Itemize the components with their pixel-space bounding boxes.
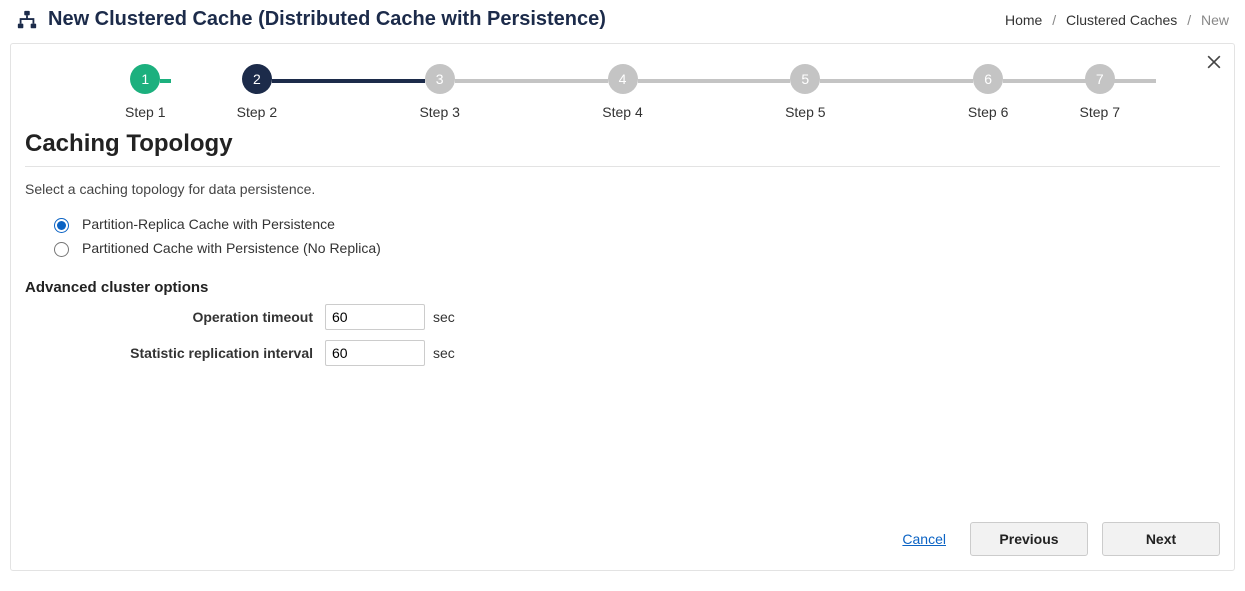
radio-partition-replica[interactable] bbox=[54, 218, 69, 233]
step-circle: 1 bbox=[130, 64, 160, 94]
step-6[interactable]: 6 Step 6 bbox=[897, 64, 1080, 120]
step-circle: 5 bbox=[790, 64, 820, 94]
step-connector bbox=[272, 79, 425, 83]
cancel-button[interactable]: Cancel bbox=[892, 525, 956, 553]
divider bbox=[25, 166, 1220, 167]
step-label: Step 7 bbox=[1080, 104, 1120, 120]
breadcrumb: Home / Clustered Caches / New bbox=[1005, 12, 1229, 28]
step-label: Step 1 bbox=[125, 104, 165, 120]
step-circle: 3 bbox=[425, 64, 455, 94]
step-connector bbox=[638, 79, 791, 83]
replication-interval-input[interactable] bbox=[325, 340, 425, 366]
step-2[interactable]: 2 Step 2 bbox=[165, 64, 348, 120]
step-connector bbox=[1003, 79, 1156, 83]
page-title: New Clustered Cache (Distributed Cache w… bbox=[48, 8, 606, 31]
radio-partitioned[interactable] bbox=[54, 242, 69, 257]
step-1[interactable]: 1 Step 1 bbox=[125, 64, 165, 120]
replication-interval-unit: sec bbox=[433, 345, 455, 361]
wizard-footer: Cancel Previous Next bbox=[25, 516, 1220, 556]
section-title: Caching Topology bbox=[25, 130, 1220, 158]
breadcrumb-sep: / bbox=[1187, 12, 1191, 28]
breadcrumb-sep: / bbox=[1052, 12, 1056, 28]
step-3[interactable]: 3 Step 3 bbox=[348, 64, 531, 120]
step-5[interactable]: 5 Step 5 bbox=[714, 64, 897, 120]
radio-label[interactable]: Partitioned Cache with Persistence (No R… bbox=[82, 240, 381, 256]
radio-label[interactable]: Partition-Replica Cache with Persistence bbox=[82, 216, 335, 232]
step-circle: 2 bbox=[242, 64, 272, 94]
step-circle: 4 bbox=[608, 64, 638, 94]
step-label: Step 2 bbox=[237, 104, 277, 120]
operation-timeout-unit: sec bbox=[433, 309, 455, 325]
step-label: Step 6 bbox=[968, 104, 1008, 120]
replication-interval-label: Statistic replication interval bbox=[25, 345, 325, 361]
page-header: New Clustered Cache (Distributed Cache w… bbox=[0, 0, 1245, 43]
operation-timeout-input[interactable] bbox=[325, 304, 425, 330]
step-connector bbox=[160, 79, 170, 83]
step-circle: 6 bbox=[973, 64, 1003, 94]
previous-button[interactable]: Previous bbox=[970, 522, 1088, 556]
wizard-panel: 1 Step 1 2 Step 2 3 Step 3 4 Step 4 5 St… bbox=[10, 43, 1235, 571]
advanced-options-title: Advanced cluster options bbox=[25, 279, 1220, 296]
step-label: Step 4 bbox=[602, 104, 642, 120]
header-left: New Clustered Cache (Distributed Cache w… bbox=[16, 8, 606, 31]
topology-option-partitioned[interactable]: Partitioned Cache with Persistence (No R… bbox=[49, 239, 1220, 257]
breadcrumb-home[interactable]: Home bbox=[1005, 12, 1042, 28]
next-button[interactable]: Next bbox=[1102, 522, 1220, 556]
operation-timeout-row: Operation timeout sec bbox=[25, 304, 1220, 330]
step-label: Step 3 bbox=[419, 104, 459, 120]
breadcrumb-caches[interactable]: Clustered Caches bbox=[1066, 12, 1177, 28]
step-label: Step 5 bbox=[785, 104, 825, 120]
topology-radio-group: Partition-Replica Cache with Persistence… bbox=[49, 215, 1220, 257]
step-4[interactable]: 4 Step 4 bbox=[531, 64, 714, 120]
replication-interval-row: Statistic replication interval sec bbox=[25, 340, 1220, 366]
section-subtitle: Select a caching topology for data persi… bbox=[25, 181, 1220, 197]
stepper: 1 Step 1 2 Step 2 3 Step 3 4 Step 4 5 St… bbox=[25, 58, 1220, 120]
step-7[interactable]: 7 Step 7 bbox=[1080, 64, 1120, 120]
step-circle: 7 bbox=[1085, 64, 1115, 94]
topology-option-partition-replica[interactable]: Partition-Replica Cache with Persistence bbox=[49, 215, 1220, 233]
hierarchy-icon bbox=[16, 9, 38, 31]
step-connector bbox=[455, 79, 608, 83]
step-connector bbox=[820, 79, 973, 83]
operation-timeout-label: Operation timeout bbox=[25, 309, 325, 325]
breadcrumb-current: New bbox=[1201, 12, 1229, 28]
